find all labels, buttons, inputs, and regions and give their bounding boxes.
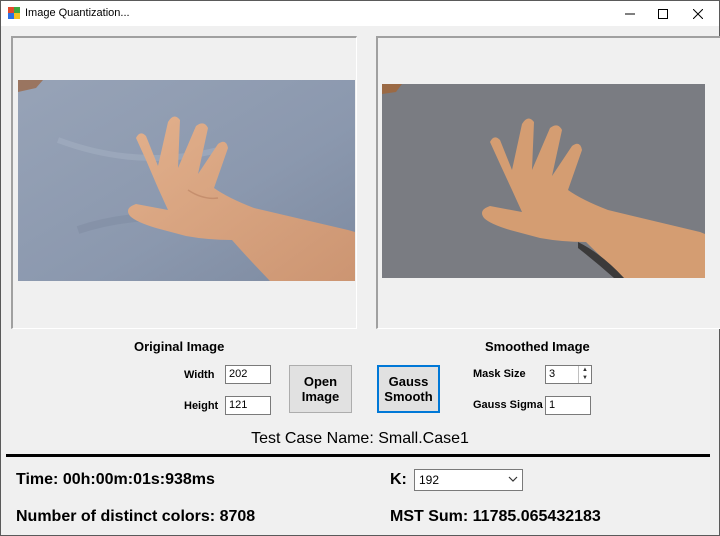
smoothed-image-caption: Smoothed Image [485, 339, 590, 354]
maximize-button[interactable] [646, 1, 680, 26]
mask-size-spin-buttons[interactable]: ▲ ▼ [578, 366, 591, 383]
gauss-smooth-button[interactable]: Gauss Smooth [377, 365, 440, 413]
original-image-box [11, 36, 357, 329]
divider [6, 454, 710, 457]
chevron-down-icon [508, 476, 518, 482]
smoothed-image-box [376, 36, 720, 329]
time-readout: Time: 00h:00m:01s:938ms [16, 471, 215, 488]
k-select[interactable]: 192 [414, 469, 523, 491]
k-label: K: [390, 471, 407, 488]
distinct-colors-readout: Number of distinct colors: 8708 [16, 508, 256, 525]
gauss-sigma-field[interactable]: 1 [545, 396, 591, 415]
minimize-button[interactable] [613, 1, 647, 26]
title-bar: Image Quantization... [1, 1, 719, 26]
height-label: Height [184, 400, 219, 412]
k-selected-value: 192 [419, 473, 440, 487]
width-label: Width [184, 369, 215, 381]
window-title: Image Quantization... [25, 7, 130, 19]
spin-down-icon[interactable]: ▼ [579, 374, 591, 382]
close-icon [693, 8, 703, 19]
minimize-icon [625, 13, 635, 14]
original-image-caption: Original Image [134, 339, 225, 354]
close-button[interactable] [681, 1, 715, 26]
app-window: Image Quantization... Original Image Smo… [0, 0, 720, 536]
original-image [18, 80, 355, 281]
original-hand-picture [18, 80, 355, 281]
mst-sum-readout: MST Sum: 11785.065432183 [390, 508, 601, 525]
width-field[interactable]: 202 [225, 365, 271, 384]
mask-size-label: Mask Size [473, 368, 526, 380]
test-case-name: Test Case Name: Small.Case1 [251, 430, 469, 447]
gauss-sigma-label: Gauss Sigma [473, 399, 543, 411]
app-icon [8, 7, 20, 19]
maximize-icon [658, 8, 668, 19]
open-image-button[interactable]: Open Image [289, 365, 352, 413]
smoothed-image [382, 84, 705, 278]
spin-up-icon[interactable]: ▲ [579, 366, 591, 374]
smoothed-hand-picture [382, 84, 705, 278]
height-field[interactable]: 121 [225, 396, 271, 415]
mask-size-value: 3 [549, 368, 556, 380]
